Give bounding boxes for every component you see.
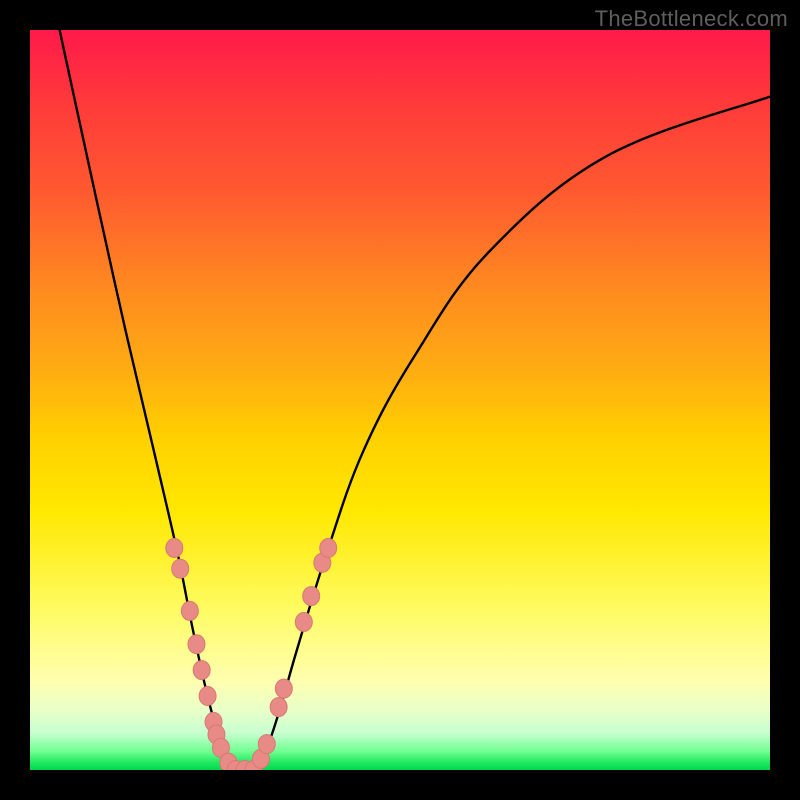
data-marker (193, 661, 210, 680)
data-marker (258, 735, 275, 754)
data-marker (303, 587, 320, 606)
right-curve-path (252, 97, 770, 770)
data-marker (275, 679, 292, 698)
data-marker (166, 539, 183, 558)
data-markers (166, 539, 337, 771)
left-curve-path (60, 30, 252, 770)
data-marker (188, 635, 205, 654)
data-marker (270, 698, 287, 717)
data-marker (320, 539, 337, 558)
data-marker (295, 613, 312, 632)
data-marker (181, 601, 198, 620)
chart-frame: TheBottleneck.com (0, 0, 800, 800)
watermark-text: TheBottleneck.com (595, 6, 788, 32)
chart-svg (30, 30, 770, 770)
data-marker (199, 687, 216, 706)
data-marker (172, 559, 189, 578)
plot-area (30, 30, 770, 770)
